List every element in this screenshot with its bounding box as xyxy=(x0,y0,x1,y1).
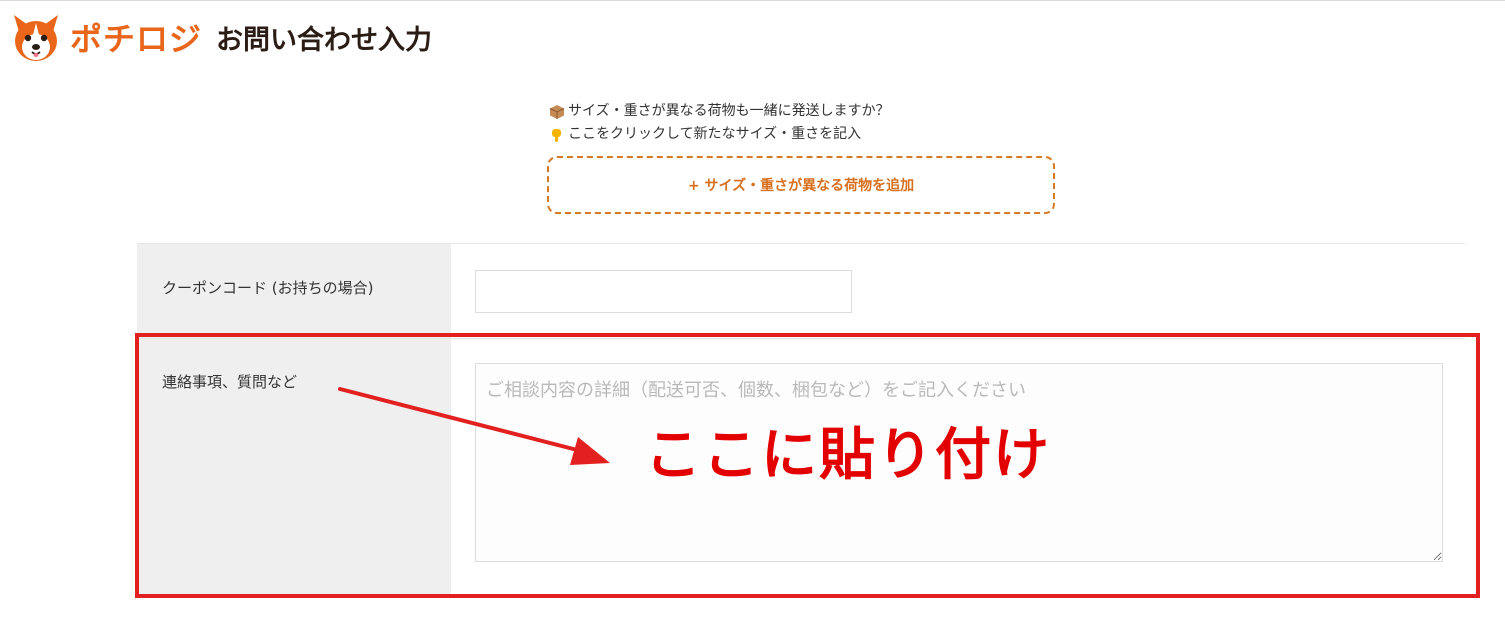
logo-text: ポチロジ xyxy=(70,20,203,58)
info-line-instruction: ここをクリックして新たなサイズ・重さを記入 xyxy=(549,123,890,146)
coupon-field-cell xyxy=(451,244,1465,338)
info-line-question: サイズ・重さが異なる荷物も一緒に発送しますか？ xyxy=(549,100,890,123)
page-title: お問い合わせ入力 xyxy=(216,24,433,56)
package-icon xyxy=(549,104,565,119)
page-header: ポチロジ お問い合わせ入力 xyxy=(8,8,432,66)
coupon-label: クーポンコード (お持ちの場合) xyxy=(137,244,451,338)
pointing-hand-icon xyxy=(552,128,561,142)
coupon-code-input[interactable] xyxy=(475,270,852,313)
coupon-row: クーポンコード (お持ちの場合) xyxy=(137,243,1465,338)
info-question-text: サイズ・重さが異なる荷物も一緒に発送しますか？ xyxy=(568,103,890,119)
dog-face-icon xyxy=(14,15,58,61)
top-divider xyxy=(0,0,1505,1)
info-instruction-text: ここをクリックして新たなサイズ・重さを記入 xyxy=(568,126,862,142)
multi-package-info: サイズ・重さが異なる荷物も一緒に発送しますか？ ここをクリックして新たなサイズ・… xyxy=(549,100,890,146)
notes-label: 連絡事項、質問など xyxy=(137,339,451,596)
annotation-text: ここに貼り付け xyxy=(645,422,1051,488)
add-package-button[interactable]: + サイズ・重さが異なる荷物を追加 xyxy=(547,156,1055,214)
